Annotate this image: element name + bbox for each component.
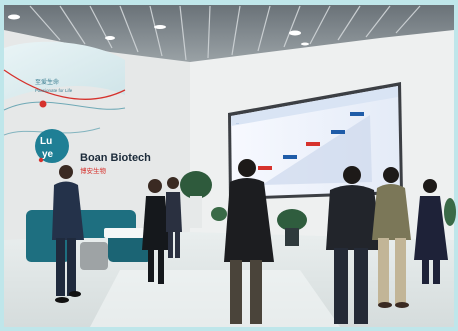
screen-label-4 [331,130,345,134]
photo-scene: 至爱生命 Passionate for Life Lu ye Boan Biot… [0,0,458,331]
potted-plant-far-right [444,198,456,226]
potted-plant-mid [211,207,227,221]
stool [80,242,108,270]
coffee-table [104,228,144,238]
logo-text-line2: ye [42,149,54,160]
screen-label-2 [283,155,297,159]
logo-text-line1: Lu [40,136,52,147]
slogan-chinese: 至爱生命 [35,78,59,86]
red-dot [39,100,47,108]
floor-reflection [90,270,340,327]
brand-name-english: Boan Biotech [80,152,151,164]
screen-label-1 [258,166,272,170]
luye-logo: Lu ye [35,129,69,163]
slogan-english: Passionate for Life [35,88,73,93]
screen-header: ... [236,120,239,125]
brand-name-chinese: 博安生物 [80,166,107,175]
screen-label-5 [350,112,364,116]
screen-label-3 [306,142,320,146]
